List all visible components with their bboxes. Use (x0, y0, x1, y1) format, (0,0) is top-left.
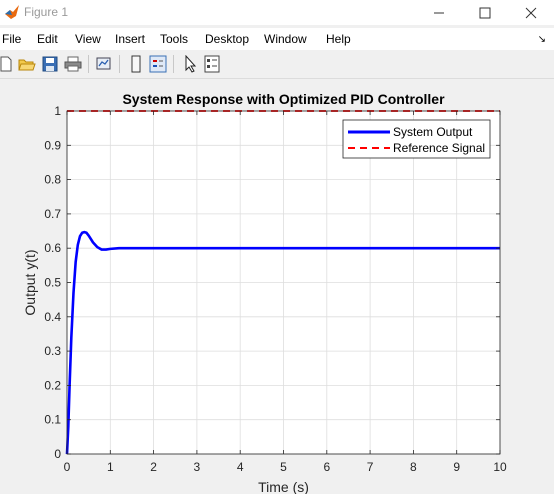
colorbar-icon (131, 55, 141, 73)
y-tick-label: 0.6 (44, 241, 61, 255)
x-axis-label: Time (s) (258, 479, 309, 494)
maximize-button[interactable] (462, 0, 508, 25)
legend-button[interactable] (148, 54, 168, 74)
toolbar-separator (119, 55, 120, 73)
x-tick-label: 10 (493, 460, 507, 474)
chart-title: System Response with Optimized PID Contr… (122, 91, 445, 107)
title-bar: Figure 1 (0, 0, 554, 25)
y-axis-label: Output y(t) (22, 249, 38, 315)
x-tick-label: 7 (367, 460, 374, 474)
x-tick-label: 4 (237, 460, 244, 474)
x-tick-label: 9 (453, 460, 460, 474)
menu-file[interactable]: File (2, 32, 21, 46)
y-tick-label: 0.1 (44, 413, 61, 427)
toolbar-separator (173, 55, 174, 73)
close-icon (525, 7, 537, 18)
menu-view[interactable]: View (75, 32, 101, 46)
menu-desktop[interactable]: Desktop (205, 32, 249, 46)
matlab-icon (5, 5, 19, 19)
save-icon (42, 56, 58, 72)
x-tick-label: 2 (150, 460, 157, 474)
legend-label-reference-signal: Reference Signal (393, 141, 485, 155)
window-title: Figure 1 (24, 5, 69, 19)
x-tick-label: 8 (410, 460, 417, 474)
pointer-arrow-icon (185, 55, 197, 73)
colorbar-button[interactable] (126, 54, 146, 74)
x-tick-label: 6 (323, 460, 330, 474)
print-button[interactable] (63, 54, 83, 74)
y-tick-label: 0.9 (44, 138, 61, 152)
y-tick-label: 0.4 (44, 310, 61, 324)
printer-icon (64, 56, 82, 72)
x-tick-label: 3 (194, 460, 201, 474)
open-file-button[interactable] (17, 54, 37, 74)
legend-label-system-output: System Output (393, 125, 473, 139)
maximize-icon (479, 7, 491, 18)
menu-bar: File Edit View Insert Tools Desktop Wind… (0, 28, 554, 50)
close-button[interactable] (508, 0, 554, 25)
edit-plot-button[interactable] (180, 54, 200, 74)
menu-insert[interactable]: Insert (115, 32, 145, 46)
menu-help[interactable]: Help (326, 32, 351, 46)
x-tick-label: 1 (107, 460, 114, 474)
minimize-button[interactable] (416, 0, 462, 25)
new-file-icon (0, 56, 12, 72)
toolbar-separator (88, 55, 89, 73)
toolbar (0, 51, 554, 79)
y-tick-label: 0 (54, 447, 61, 461)
minimize-icon (434, 12, 444, 13)
plot-svg[interactable]: 0 1 2 3 4 5 6 7 8 9 10 0 0.1 0.2 0.3 0.4 0.5 0.6 0.7 0.8 0.9… (0, 79, 554, 494)
menu-expand-icon[interactable]: ↘ (538, 34, 546, 45)
legend[interactable]: System Output Reference Signal (342, 119, 491, 159)
menu-window[interactable]: Window (264, 32, 307, 46)
y-tick-label: 0.5 (44, 276, 61, 290)
y-tick-label: 0.3 (44, 344, 61, 358)
link-plot-button[interactable] (94, 54, 114, 74)
y-tick-label: 1 (54, 104, 61, 118)
legend-icon (149, 55, 167, 73)
save-button[interactable] (40, 54, 60, 74)
x-tick-label: 0 (64, 460, 71, 474)
menu-edit[interactable]: Edit (37, 32, 58, 46)
property-editor-button[interactable] (202, 54, 222, 74)
x-tick-label: 5 (280, 460, 287, 474)
figure-canvas[interactable]: 0 1 2 3 4 5 6 7 8 9 10 0 0.1 0.2 0.3 0.4 0.5 0.6 0.7 0.8 0.9… (0, 79, 554, 494)
y-tick-label: 0.7 (44, 207, 61, 221)
y-tick-label: 0.8 (44, 173, 61, 187)
y-tick-label: 0.2 (44, 378, 61, 392)
menu-tools[interactable]: Tools (160, 32, 188, 46)
new-figure-button[interactable] (0, 54, 16, 74)
folder-open-icon (18, 59, 36, 71)
link-plot-icon (96, 57, 111, 70)
property-editor-icon (204, 55, 220, 73)
